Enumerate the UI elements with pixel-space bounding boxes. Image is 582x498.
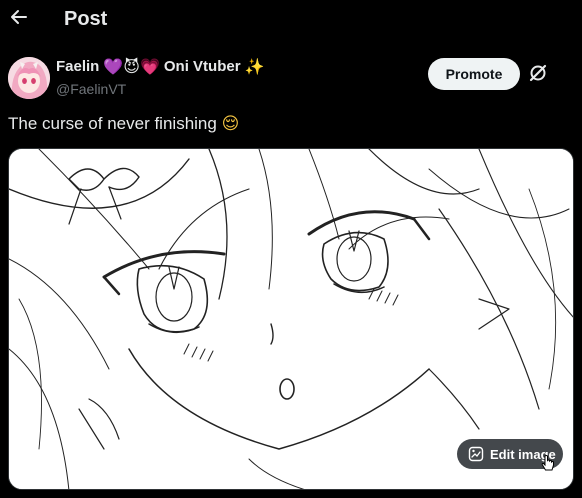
author-handle[interactable]: @FaelinVT: [56, 81, 126, 97]
back-button[interactable]: [6, 6, 32, 32]
grok-button[interactable]: [526, 63, 550, 87]
page-title: Post: [64, 8, 108, 30]
relieved-emoji: 😌: [221, 114, 240, 134]
edit-image-icon: [468, 446, 484, 462]
post-image[interactable]: Edit image: [8, 148, 574, 490]
author-name-row[interactable]: Faelin 💜😈💗 Oni Vtuber ✨: [56, 58, 264, 75]
name-emojis: 💜😈💗: [103, 56, 160, 76]
author-title-suffix: Oni Vtuber: [163, 58, 241, 75]
grok-icon: [528, 63, 548, 88]
hand-cursor-icon: [541, 455, 555, 473]
avatar[interactable]: [8, 57, 50, 99]
promote-button[interactable]: Promote: [428, 58, 520, 90]
back-arrow-icon: [9, 7, 29, 32]
author-name: Faelin: [56, 58, 100, 75]
sparkles-emoji: ✨: [244, 56, 265, 76]
header: Post: [0, 0, 582, 40]
post-text-content: The curse of never finishing: [8, 114, 217, 133]
post-author: Faelin 💜😈💗 Oni Vtuber ✨ @FaelinVT Promot…: [8, 56, 574, 100]
post-text: The curse of never finishing 😌: [8, 114, 239, 134]
